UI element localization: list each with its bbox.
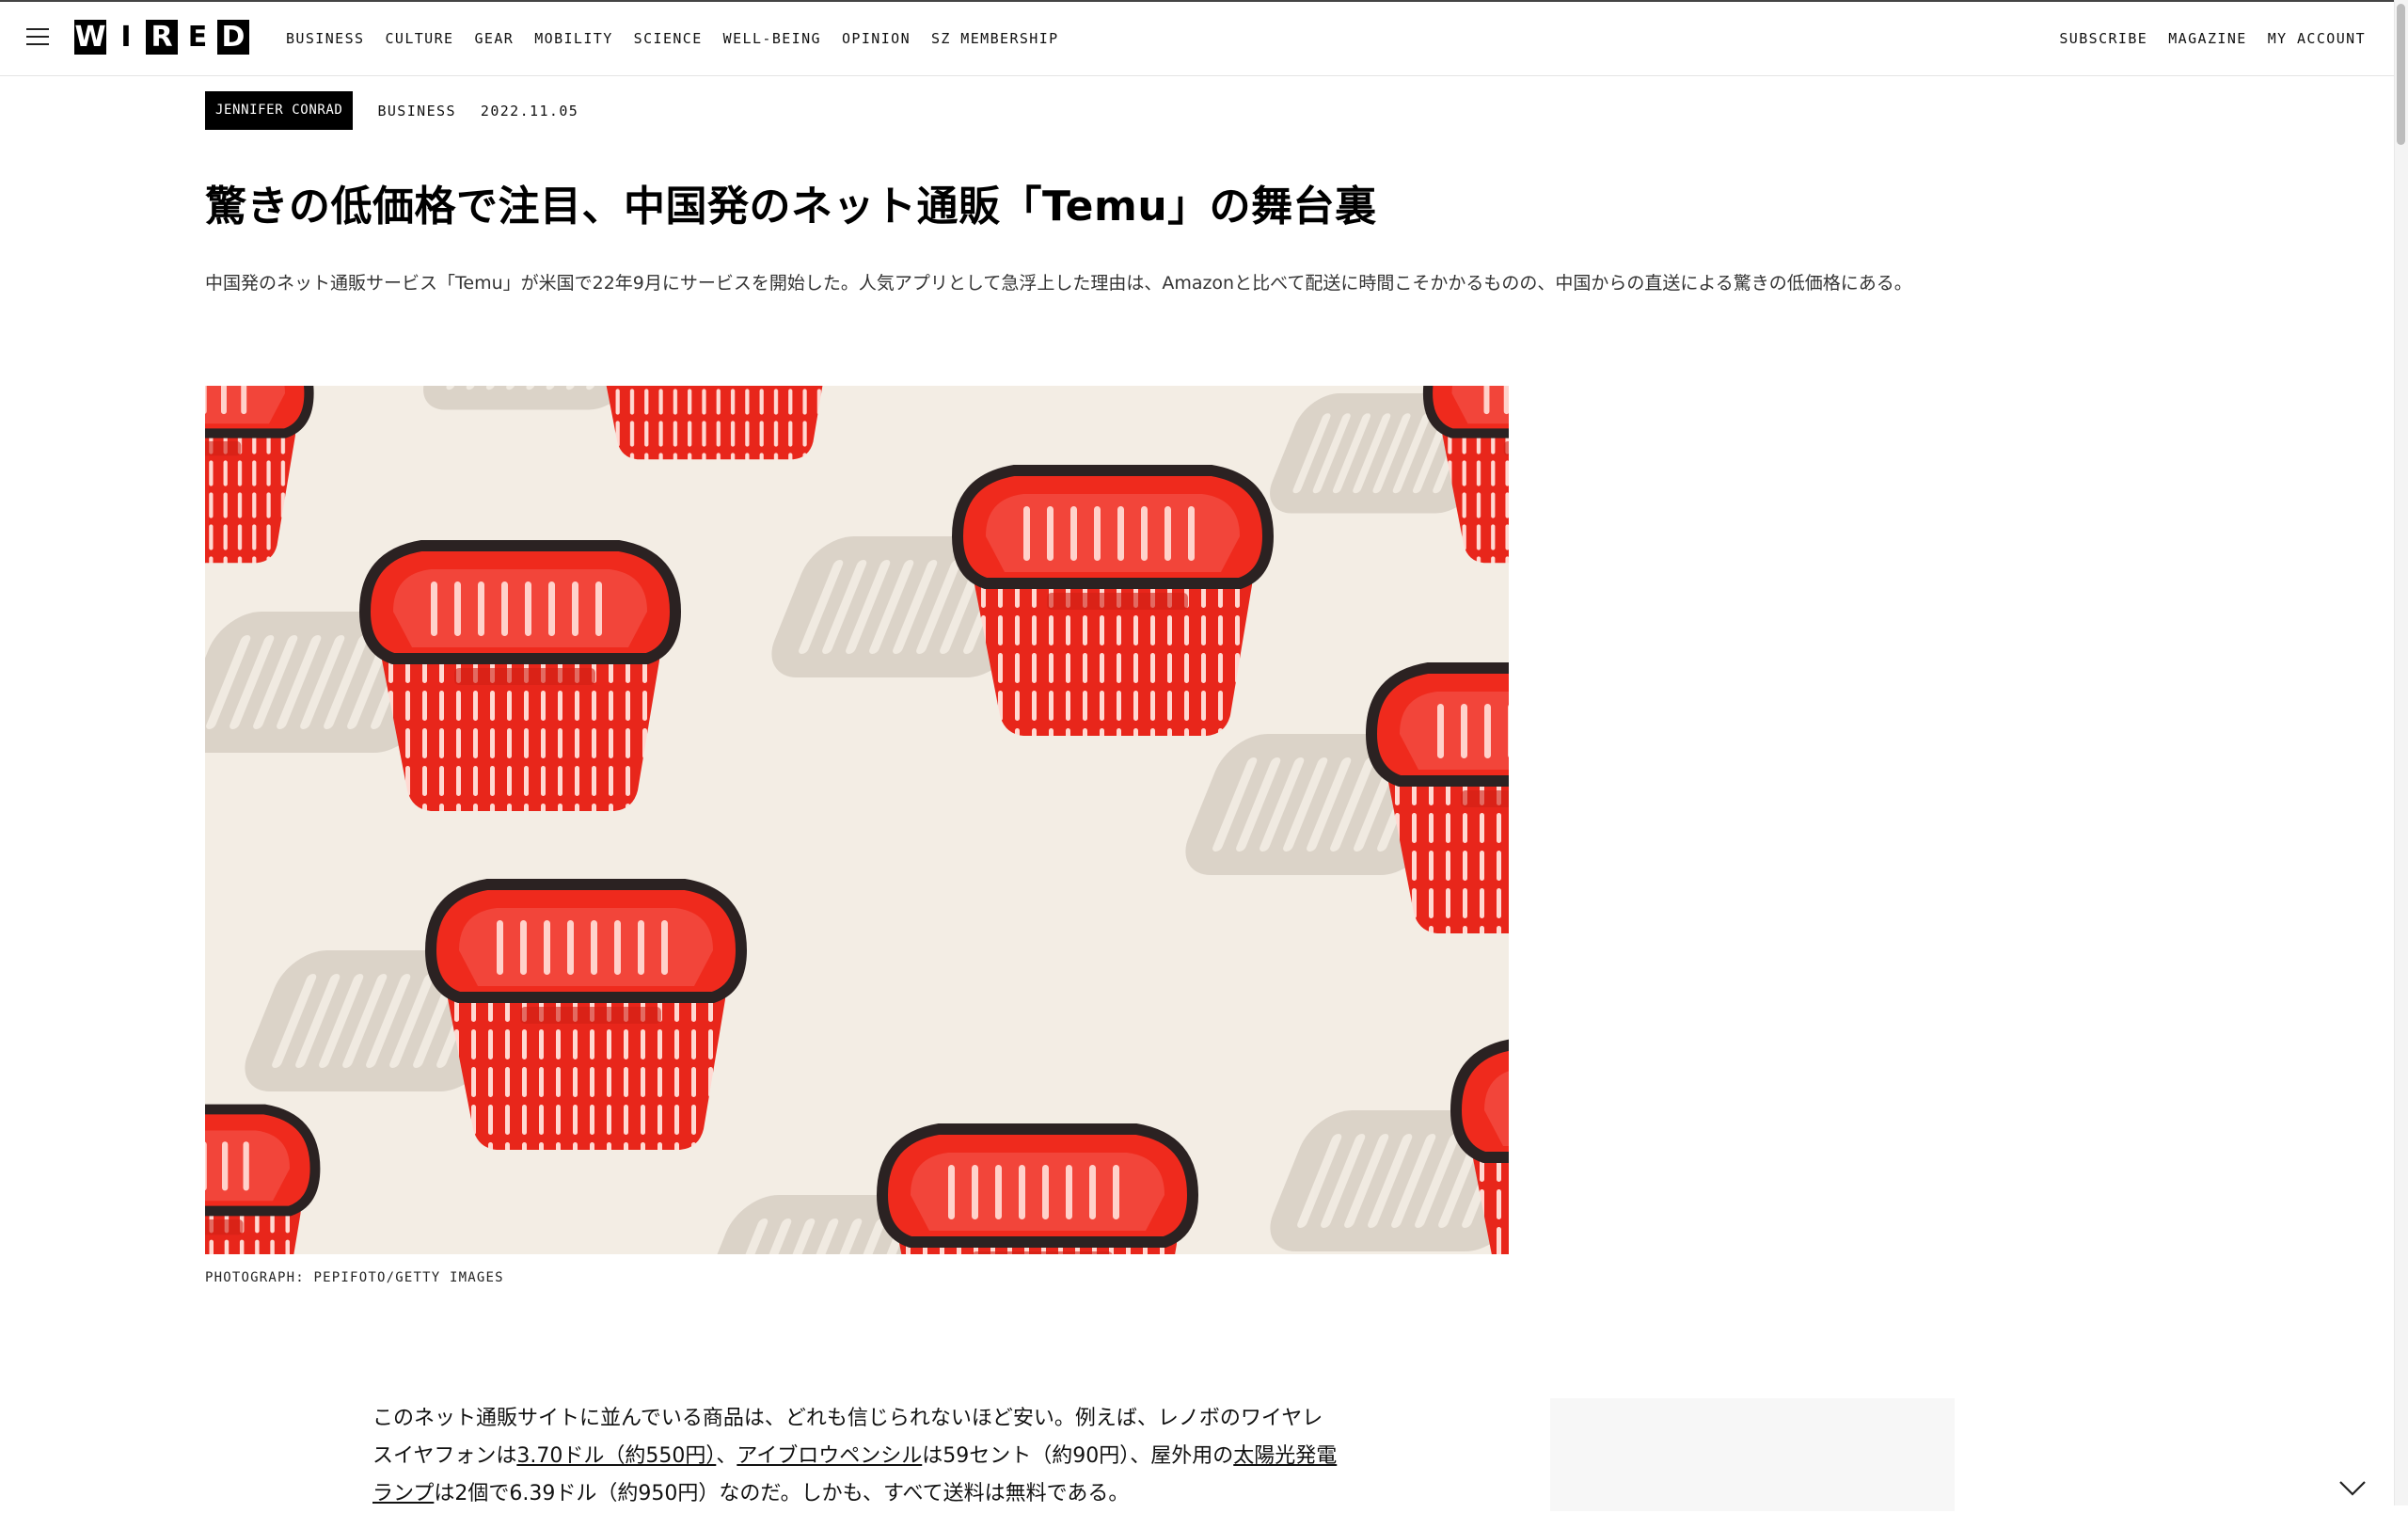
nav-item-science[interactable]: SCIENCE (634, 30, 703, 47)
wired-logo[interactable]: W I R E D (74, 20, 249, 55)
nav-item-opinion[interactable]: OPINION (842, 30, 911, 47)
account-nav: SUBSCRIBE MAGAZINE MY ACCOUNT (2059, 30, 2366, 47)
logo-letter: R (146, 20, 178, 55)
hamburger-menu-icon[interactable] (26, 28, 49, 47)
body-text: は59セント（約90円）、屋外用の (922, 1444, 1234, 1468)
nav-item-mobility[interactable]: MOBILITY (534, 30, 612, 47)
logo-letter: E (182, 20, 214, 55)
article-dek: 中国発のネット通販サービス「Temu」が米国で22年9月にサービスを開始した。人… (205, 273, 1912, 294)
nav-item-culture[interactable]: CULTURE (385, 30, 453, 47)
nav-item-sz-membership[interactable]: SZ MEMBERSHIP (931, 30, 1059, 47)
body-text: は2個で6.39ドル（約950円）なのだ。しかも、すべて送料は無料である。 (434, 1482, 1130, 1505)
my-account-link[interactable]: MY ACCOUNT (2268, 30, 2366, 47)
logo-letter: D (217, 20, 249, 55)
article-meta: JENNIFER CONRAD BUSINESS 2022.11.05 (205, 91, 578, 130)
nav-item-well-being[interactable]: WELL-BEING (723, 30, 821, 47)
subscribe-link[interactable]: SUBSCRIBE (2059, 30, 2147, 47)
category-link[interactable]: BUSINESS (377, 103, 455, 119)
body-text: 、 (716, 1444, 737, 1468)
sidebar-ad-slot (1550, 1398, 1955, 1511)
top-navigation-bar: W I R E D BUSINESS CULTURE GEAR MOBILITY… (0, 0, 2394, 76)
nav-item-business[interactable]: BUSINESS (286, 30, 364, 47)
logo-letter: I (110, 20, 142, 55)
link-eyebrow-pencil[interactable]: アイブロウペンシル (737, 1444, 922, 1468)
article-body-paragraph: このネット通販サイトに並んでいる商品は、どれも信じられないほど安い。例えば、レノ… (372, 1400, 1341, 1513)
author-badge[interactable]: JENNIFER CONRAD (205, 91, 354, 130)
chevron-down-icon[interactable] (2338, 1479, 2367, 1498)
image-credit: PHOTOGRAPH: PEPIFOTO/GETTY IMAGES (205, 1270, 504, 1285)
nav-item-gear[interactable]: GEAR (474, 30, 514, 47)
link-earphones-price[interactable]: 3.70ドル（約550円） (516, 1444, 716, 1468)
hero-image (205, 386, 1509, 1254)
page-scrollbar[interactable] (2394, 0, 2408, 1505)
logo-letter: W (74, 20, 106, 55)
scrollbar-thumb[interactable] (2397, 4, 2405, 145)
magazine-link[interactable]: MAGAZINE (2168, 30, 2246, 47)
primary-nav: BUSINESS CULTURE GEAR MOBILITY SCIENCE W… (286, 30, 1059, 47)
article-headline: 驚きの低価格で注目、中国発のネット通販「Temu」の舞台裏 (205, 183, 1377, 231)
publish-date: 2022.11.05 (480, 102, 579, 119)
